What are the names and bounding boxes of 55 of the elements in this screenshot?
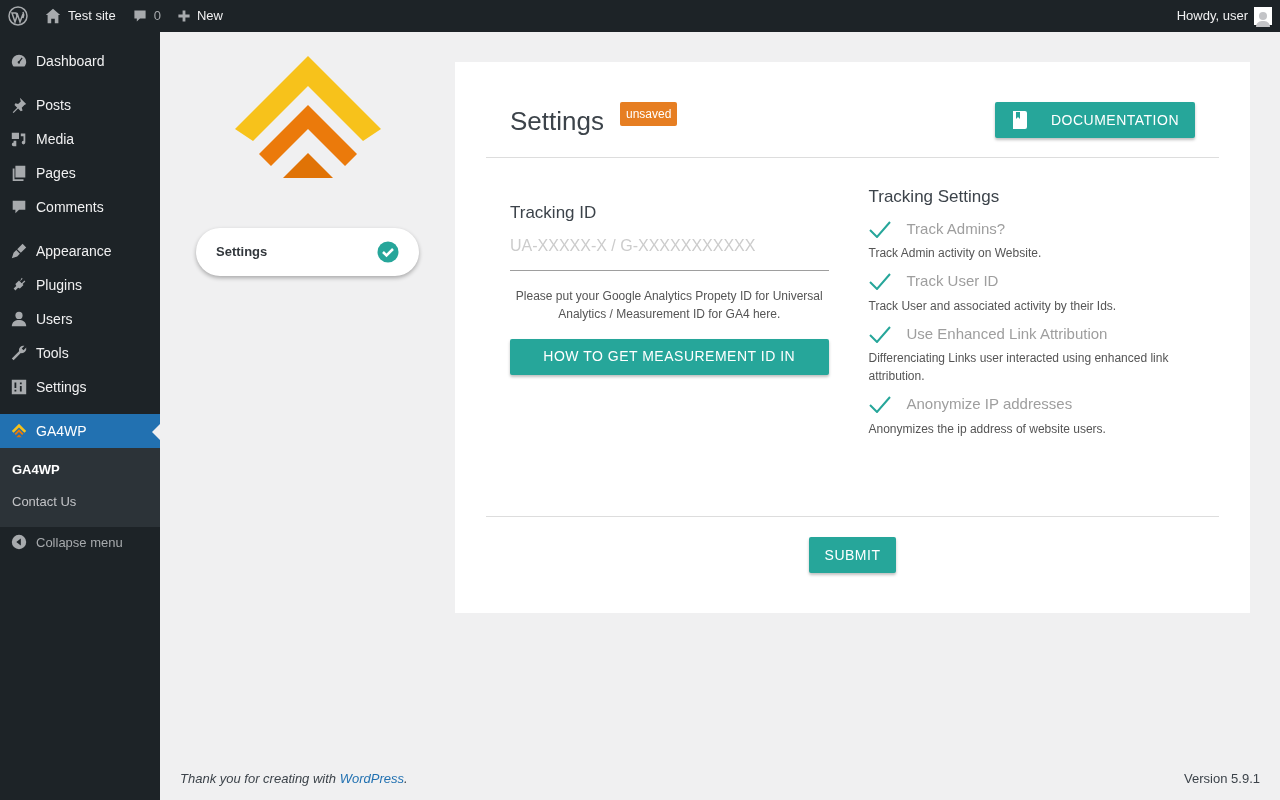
comments-link[interactable]: 0	[123, 0, 169, 32]
new-link[interactable]: New	[168, 0, 231, 32]
menu-item[interactable]: Tools	[0, 336, 160, 370]
setting-description: Track User and associated activity by their Ids.	[868, 297, 1118, 315]
home-icon	[44, 7, 62, 25]
user-icon	[10, 310, 28, 328]
comment-count: 0	[153, 7, 161, 26]
step-item[interactable]: Settings	[196, 228, 419, 276]
setting-description: Track Admin activity on Website.	[868, 245, 1043, 262]
wrench-icon	[10, 344, 28, 362]
step-label: Settings	[216, 243, 268, 262]
chevron-logo-icon	[234, 56, 381, 178]
media-icon	[10, 130, 28, 148]
version-text: Version 5.9.1	[1184, 769, 1260, 788]
menu-item[interactable]: Media	[0, 122, 160, 156]
section-title: Tracking Settings	[868, 186, 1001, 208]
menu-item[interactable]: Posts	[0, 88, 160, 122]
site-name: Test site	[68, 7, 116, 26]
account-link[interactable]: Howdy, user	[1168, 0, 1280, 32]
menu-item[interactable]: Plugins	[0, 268, 160, 302]
menu-item[interactable]: GA4WP	[0, 414, 160, 448]
site-link[interactable]: Test site	[36, 0, 124, 32]
help-text: Please put your Google Analytics Propety ID for Universal Analytics / Measurement ID for GA4 here.	[514, 287, 824, 323]
menu-item[interactable]: Pages	[0, 156, 160, 190]
comment-icon	[10, 198, 28, 216]
book-icon	[1010, 111, 1027, 129]
collapse-menu-button[interactable]: Collapse menu	[0, 527, 160, 559]
avatar-icon	[1254, 7, 1272, 25]
setting-description: Differenciating Links user interacted using enhanced link attribution.	[868, 350, 1170, 385]
greeting: Howdy, user	[1176, 7, 1248, 26]
footer-text: Thank you for creating with WordPress.	[180, 769, 408, 788]
chevron-logo-icon	[10, 422, 28, 440]
pages-icon	[10, 164, 28, 182]
menu-item[interactable]: Users	[0, 302, 160, 336]
check-icon	[868, 395, 891, 414]
submenu-item[interactable]: Contact Us	[0, 485, 160, 517]
menu-item[interactable]: Comments	[0, 190, 160, 224]
status-badge: unsaved	[619, 102, 678, 126]
check-icon	[868, 272, 891, 291]
new-label: New	[196, 7, 223, 26]
menu-item[interactable]: Settings	[0, 370, 160, 404]
brush-icon	[10, 242, 28, 260]
check-icon	[868, 219, 891, 238]
pin-icon	[10, 96, 28, 114]
settings-title: Settings	[510, 105, 604, 138]
comment-icon	[131, 8, 148, 24]
sliders-icon	[10, 378, 28, 396]
menu-item[interactable]: Appearance	[0, 234, 160, 268]
field-label: Tracking ID	[510, 202, 598, 224]
wordpress-link[interactable]: WordPress	[339, 770, 404, 786]
plus-icon	[176, 9, 191, 23]
check-icon	[868, 324, 891, 343]
menu-item[interactable]: Dashboard	[0, 44, 160, 78]
submenu-item[interactable]: GA4WP	[0, 454, 160, 486]
setting-description: Anonymizes the ip address of website users.	[868, 420, 1107, 438]
